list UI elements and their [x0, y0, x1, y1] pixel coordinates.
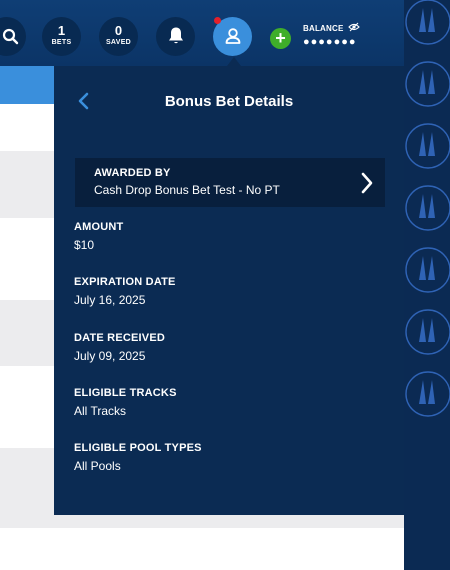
bonus-bet-details-panel: Bonus Bet Details AWARDED BY Cash Drop B… — [54, 66, 404, 515]
notification-dot — [214, 17, 221, 24]
amount-label: AMOUNT — [74, 221, 124, 233]
chevron-right-icon — [361, 172, 373, 194]
eligible-pool-types-value: All Pools — [74, 459, 121, 473]
expiration-date-value: July 16, 2025 — [74, 293, 146, 307]
eligible-tracks-value: All Tracks — [74, 404, 127, 418]
bets-count: 1 — [57, 23, 66, 38]
expiration-date-label: EXPIRATION DATE — [74, 276, 176, 288]
background-row — [0, 104, 60, 151]
bets-button[interactable]: 1 BETS — [42, 17, 81, 56]
awarded-by-value: Cash Drop Bonus Bet Test - No PT — [94, 183, 280, 197]
background-row — [0, 366, 60, 448]
background-row — [0, 528, 404, 570]
saved-button[interactable]: 0 SAVED — [99, 17, 138, 56]
bell-icon — [169, 27, 183, 44]
background-row — [0, 218, 60, 300]
amount-value: $10 — [74, 238, 95, 252]
deposit-button[interactable]: + — [270, 28, 291, 49]
panel-title: Bonus Bet Details — [164, 93, 294, 110]
eligible-tracks-label: ELIGIBLE TRACKS — [74, 387, 177, 399]
background-tab-bar — [0, 66, 60, 104]
eye-slash-icon[interactable] — [348, 22, 360, 32]
plus-icon: + — [275, 28, 286, 48]
bets-label: BETS — [51, 39, 72, 46]
saved-count: 0 — [114, 23, 123, 38]
awarded-by-row[interactable]: AWARDED BY Cash Drop Bonus Bet Test - No… — [75, 158, 385, 207]
awarded-by-label: AWARDED BY — [94, 167, 171, 179]
dropdown-caret — [227, 57, 241, 66]
saved-label: SAVED — [105, 39, 132, 46]
search-icon — [2, 28, 19, 45]
search-button[interactable] — [0, 17, 26, 56]
balance-value: ●●●●●●● — [303, 36, 357, 48]
decorative-sidebar — [404, 0, 450, 570]
balance-label: BALANCE — [303, 24, 344, 33]
top-header: 1 BETS 0 SAVED + BALANCE ●●●●●●● — [0, 0, 404, 66]
track-logo-pattern — [405, 0, 450, 417]
notifications-button[interactable] — [156, 17, 195, 56]
date-received-value: July 09, 2025 — [74, 349, 146, 363]
eligible-pool-types-label: ELIGIBLE POOL TYPES — [74, 442, 202, 454]
date-received-label: DATE RECEIVED — [74, 332, 166, 344]
user-icon — [225, 28, 241, 44]
